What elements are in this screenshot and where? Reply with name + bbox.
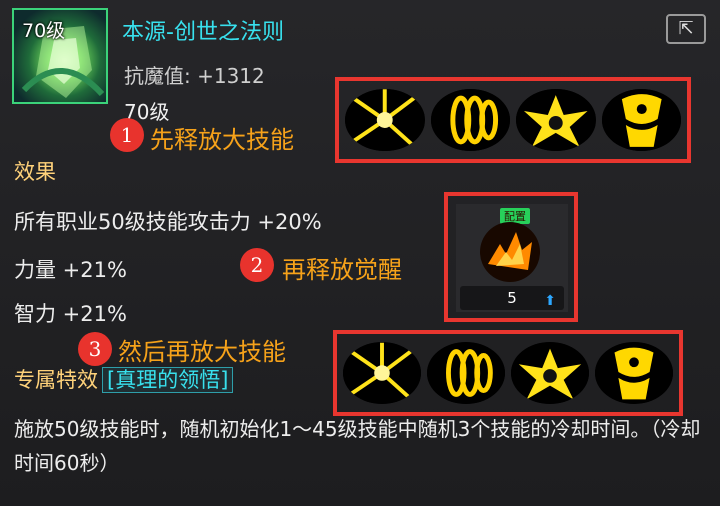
item-icon[interactable]: 70级 (12, 8, 108, 104)
skill-icon-explosion[interactable] (516, 89, 596, 151)
step-label-1: 先释放大技能 (150, 126, 294, 154)
step-badge-1: 1 (110, 118, 144, 152)
item-name: 本源-创世之法则 (122, 20, 284, 45)
skill-icon-totem[interactable] (595, 342, 673, 404)
skill-icon-burst[interactable] (343, 342, 421, 404)
item-level-badge: 70级 (22, 20, 66, 42)
skill-icon-wave[interactable] (430, 89, 510, 151)
share-icon[interactable]: ⇱ (666, 14, 706, 44)
awakening-skill-slot[interactable]: 配置 5 ⬆ (456, 204, 568, 312)
skill-icon-explosion[interactable] (511, 342, 589, 404)
step-badge-3: 3 (78, 332, 112, 366)
step-label-2: 再释放觉醒 (282, 256, 402, 284)
effect-line: 智力 +21% (14, 302, 127, 326)
skill-icon-totem[interactable] (601, 89, 681, 151)
special-effect-label: 专属特效 (14, 368, 98, 392)
awakening-skill-icon (480, 222, 540, 282)
special-effect-heading: 专属特效 [真理的领悟] (14, 364, 234, 394)
item-stat: 抗魔值: +1312 (124, 64, 265, 88)
effect-line: 力量 +21% (14, 258, 127, 282)
highlight-box-1 (335, 77, 691, 163)
item-tooltip: 70级 本源-创世之法则 ⇱ 抗魔值: +1312 70级 1 先释放大技能 效… (0, 0, 720, 506)
effect-line: 所有职业50级技能攻击力 +20% (14, 210, 322, 234)
awakening-count: 5 ⬆ (460, 286, 564, 310)
skill-icon-burst[interactable] (345, 89, 425, 151)
special-effect-description: 施放50级技能时，随机初始化1～45级技能中随机3个技能的冷却时间。（冷却时间6… (14, 417, 701, 475)
special-effect-tag[interactable]: [真理的领悟] (102, 367, 234, 393)
step-label-3: 然后再放大技能 (118, 338, 286, 366)
effects-heading: 效果 (14, 160, 56, 184)
step-badge-2: 2 (240, 248, 274, 282)
skill-icon-wave[interactable] (427, 342, 505, 404)
upgrade-arrow-icon: ⬆ (544, 293, 556, 309)
highlight-box-3 (333, 330, 683, 416)
